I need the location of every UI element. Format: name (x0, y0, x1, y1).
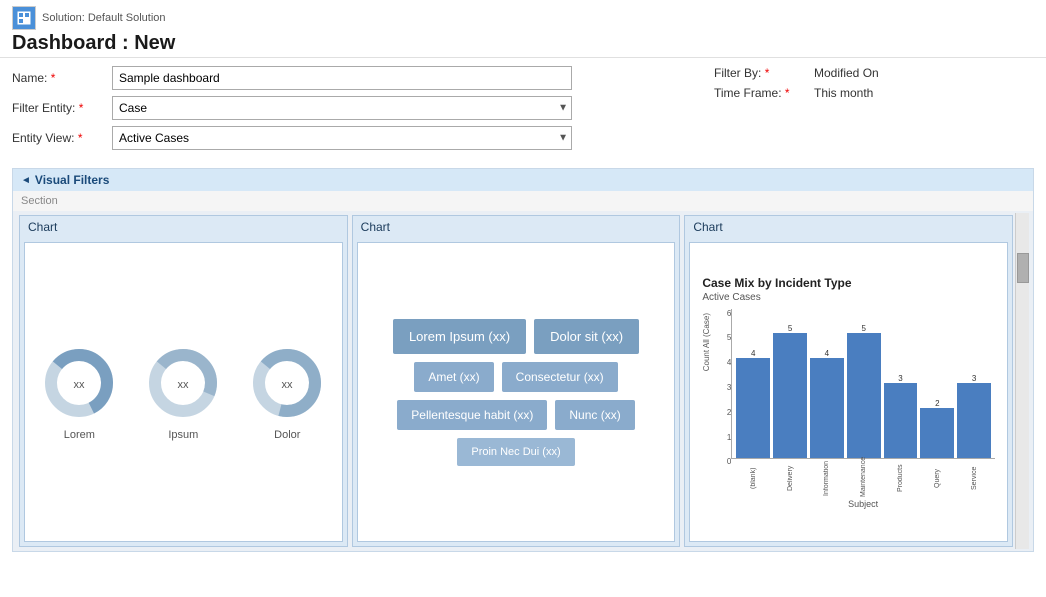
solution-text: Solution: Default Solution (42, 12, 166, 24)
form-left: Name: * Filter Entity: * Case ▼ Entity V… (12, 66, 714, 156)
donut-ipsum-label: Ipsum (168, 429, 198, 441)
tags-row-4: Proin Nec Dui (xx) (378, 438, 655, 466)
name-label: Name: * (12, 71, 112, 85)
time-frame-row: Time Frame: * This month (714, 86, 1034, 100)
name-row: Name: * (12, 66, 714, 90)
tags-row-3: Pellentesque habit (xx) Nunc (xx) (378, 400, 655, 430)
tag-proin: Proin Nec Dui (xx) (457, 438, 574, 466)
solution-label: Solution: Default Solution (12, 6, 1034, 30)
bar-chart-inner: Count All (Case) 0 1 2 3 (702, 309, 995, 509)
xlabel-information: Information (810, 459, 844, 497)
bar-products-rect (884, 383, 918, 458)
bar-delivery: 5 (773, 324, 807, 458)
bar-delivery-rect (773, 333, 807, 458)
chart-card-3: Chart Case Mix by Incident Type Active C… (684, 215, 1013, 547)
visual-filters-section: ◄ Visual Filters Section Chart xx (12, 168, 1034, 552)
donut-lorem: xx Lorem (39, 343, 119, 441)
donut-lorem-svg: xx (39, 343, 119, 423)
xlabel-service: Service (957, 459, 991, 497)
tag-nunc: Nunc (xx) (555, 400, 634, 430)
bar-chart-container: Case Mix by Incident Type Active Cases C… (698, 272, 999, 513)
entity-view-wrapper[interactable]: Active Cases ▼ (112, 126, 572, 150)
name-required: * (51, 71, 56, 85)
chart-2-header: Chart (353, 216, 680, 238)
bar-service-rect (957, 383, 991, 458)
collapse-icon: ◄ (21, 175, 31, 186)
svg-text:xx: xx (74, 379, 86, 391)
yaxis-title: Count All (Case) (702, 313, 711, 371)
xlabel-delivery: Delivery (773, 459, 807, 497)
chart-1-body: xx Lorem xx Ipsum (24, 242, 343, 542)
tag-pellentesque: Pellentesque habit (xx) (397, 400, 547, 430)
entity-view-select[interactable]: Active Cases (112, 126, 572, 150)
filter-by-row: Filter By: * Modified On (714, 66, 1034, 80)
bar-information: 4 (810, 349, 844, 458)
solution-icon (12, 6, 36, 30)
visual-filters-header[interactable]: ◄ Visual Filters (13, 169, 1033, 191)
time-frame-label: Time Frame: * (714, 86, 814, 100)
xlabel-products: Products (884, 459, 918, 497)
donut-ipsum: xx Ipsum (143, 343, 223, 441)
svg-text:xx: xx (178, 379, 190, 391)
filter-entity-select[interactable]: Case (112, 96, 572, 120)
donuts-container: xx Lorem xx Ipsum (33, 343, 334, 441)
section-label: Section (13, 191, 1033, 211)
entity-view-row: Entity View: * Active Cases ▼ (12, 126, 714, 150)
bar-service: 3 (957, 374, 991, 458)
filter-by-value: Modified On (814, 66, 879, 80)
chart-1-header: Chart (20, 216, 347, 238)
time-frame-required: * (785, 86, 790, 100)
tag-amet: Amet (xx) (414, 362, 493, 392)
form-section: Name: * Filter Entity: * Case ▼ Entity V… (0, 58, 1046, 164)
entity-view-label: Entity View: * (12, 131, 112, 145)
xaxis-title: Subject (731, 499, 995, 509)
bar-information-rect (810, 358, 844, 458)
tags-container: Lorem Ipsum (xx) Dolor sit (xx) Amet (xx… (366, 307, 667, 478)
filter-by-required: * (765, 66, 770, 80)
svg-text:xx: xx (282, 379, 294, 391)
bar-maintenance-rect (847, 333, 881, 458)
tags-row-1: Lorem Ipsum (xx) Dolor sit (xx) (378, 319, 655, 354)
charts-area: Section Chart xx Lorem (13, 191, 1033, 551)
bar-products: 3 (884, 374, 918, 458)
chart-3-body: Case Mix by Incident Type Active Cases C… (689, 242, 1008, 542)
form-right: Filter By: * Modified On Time Frame: * T… (714, 66, 1034, 156)
time-frame-value: This month (814, 86, 873, 100)
donut-dolor-svg: xx (247, 343, 327, 423)
visual-filters-title: Visual Filters (35, 173, 109, 187)
donut-ipsum-svg: xx (143, 343, 223, 423)
chart-card-1: Chart xx Lorem (19, 215, 348, 547)
tag-consectetur: Consectetur (xx) (502, 362, 618, 392)
filter-entity-label: Filter Entity: * (12, 101, 112, 115)
chart-3-header: Chart (685, 216, 1012, 238)
bar-query: 2 (920, 399, 954, 458)
tags-row-2: Amet (xx) Consectetur (xx) (378, 362, 655, 392)
xlabel-maintenance: Maintenance (847, 459, 881, 497)
name-input[interactable] (112, 66, 572, 90)
donut-lorem-label: Lorem (64, 429, 95, 441)
chart-2-body: Lorem Ipsum (xx) Dolor sit (xx) Amet (xx… (357, 242, 676, 542)
donut-dolor: xx Dolor (247, 343, 327, 441)
tag-dolor-sit: Dolor sit (xx) (534, 319, 639, 354)
filter-entity-wrapper[interactable]: Case ▼ (112, 96, 572, 120)
bar-query-rect (920, 408, 954, 458)
bar-blank-rect (736, 358, 770, 458)
page-title: Dashboard : New (12, 32, 1034, 55)
xlabel-blank: (blank) (736, 459, 770, 497)
xlabel-query: Query (920, 459, 954, 497)
scrollbar[interactable] (1015, 213, 1029, 549)
donut-dolor-label: Dolor (274, 429, 300, 441)
filter-entity-required: * (79, 101, 84, 115)
bar-chart-title: Case Mix by Incident Type (702, 276, 995, 290)
filter-by-label: Filter By: * (714, 66, 814, 80)
bar-maintenance: 5 (847, 324, 881, 458)
tag-lorem-ipsum: Lorem Ipsum (xx) (393, 319, 526, 354)
entity-view-required: * (78, 131, 83, 145)
chart-card-2: Chart Lorem Ipsum (xx) Dolor sit (xx) Am… (352, 215, 681, 547)
bar-chart-subtitle: Active Cases (702, 292, 995, 303)
filter-entity-row: Filter Entity: * Case ▼ (12, 96, 714, 120)
top-header: Solution: Default Solution Dashboard : N… (0, 0, 1046, 58)
scrollbar-thumb[interactable] (1017, 253, 1029, 283)
bar-blank: 4 (736, 349, 770, 458)
